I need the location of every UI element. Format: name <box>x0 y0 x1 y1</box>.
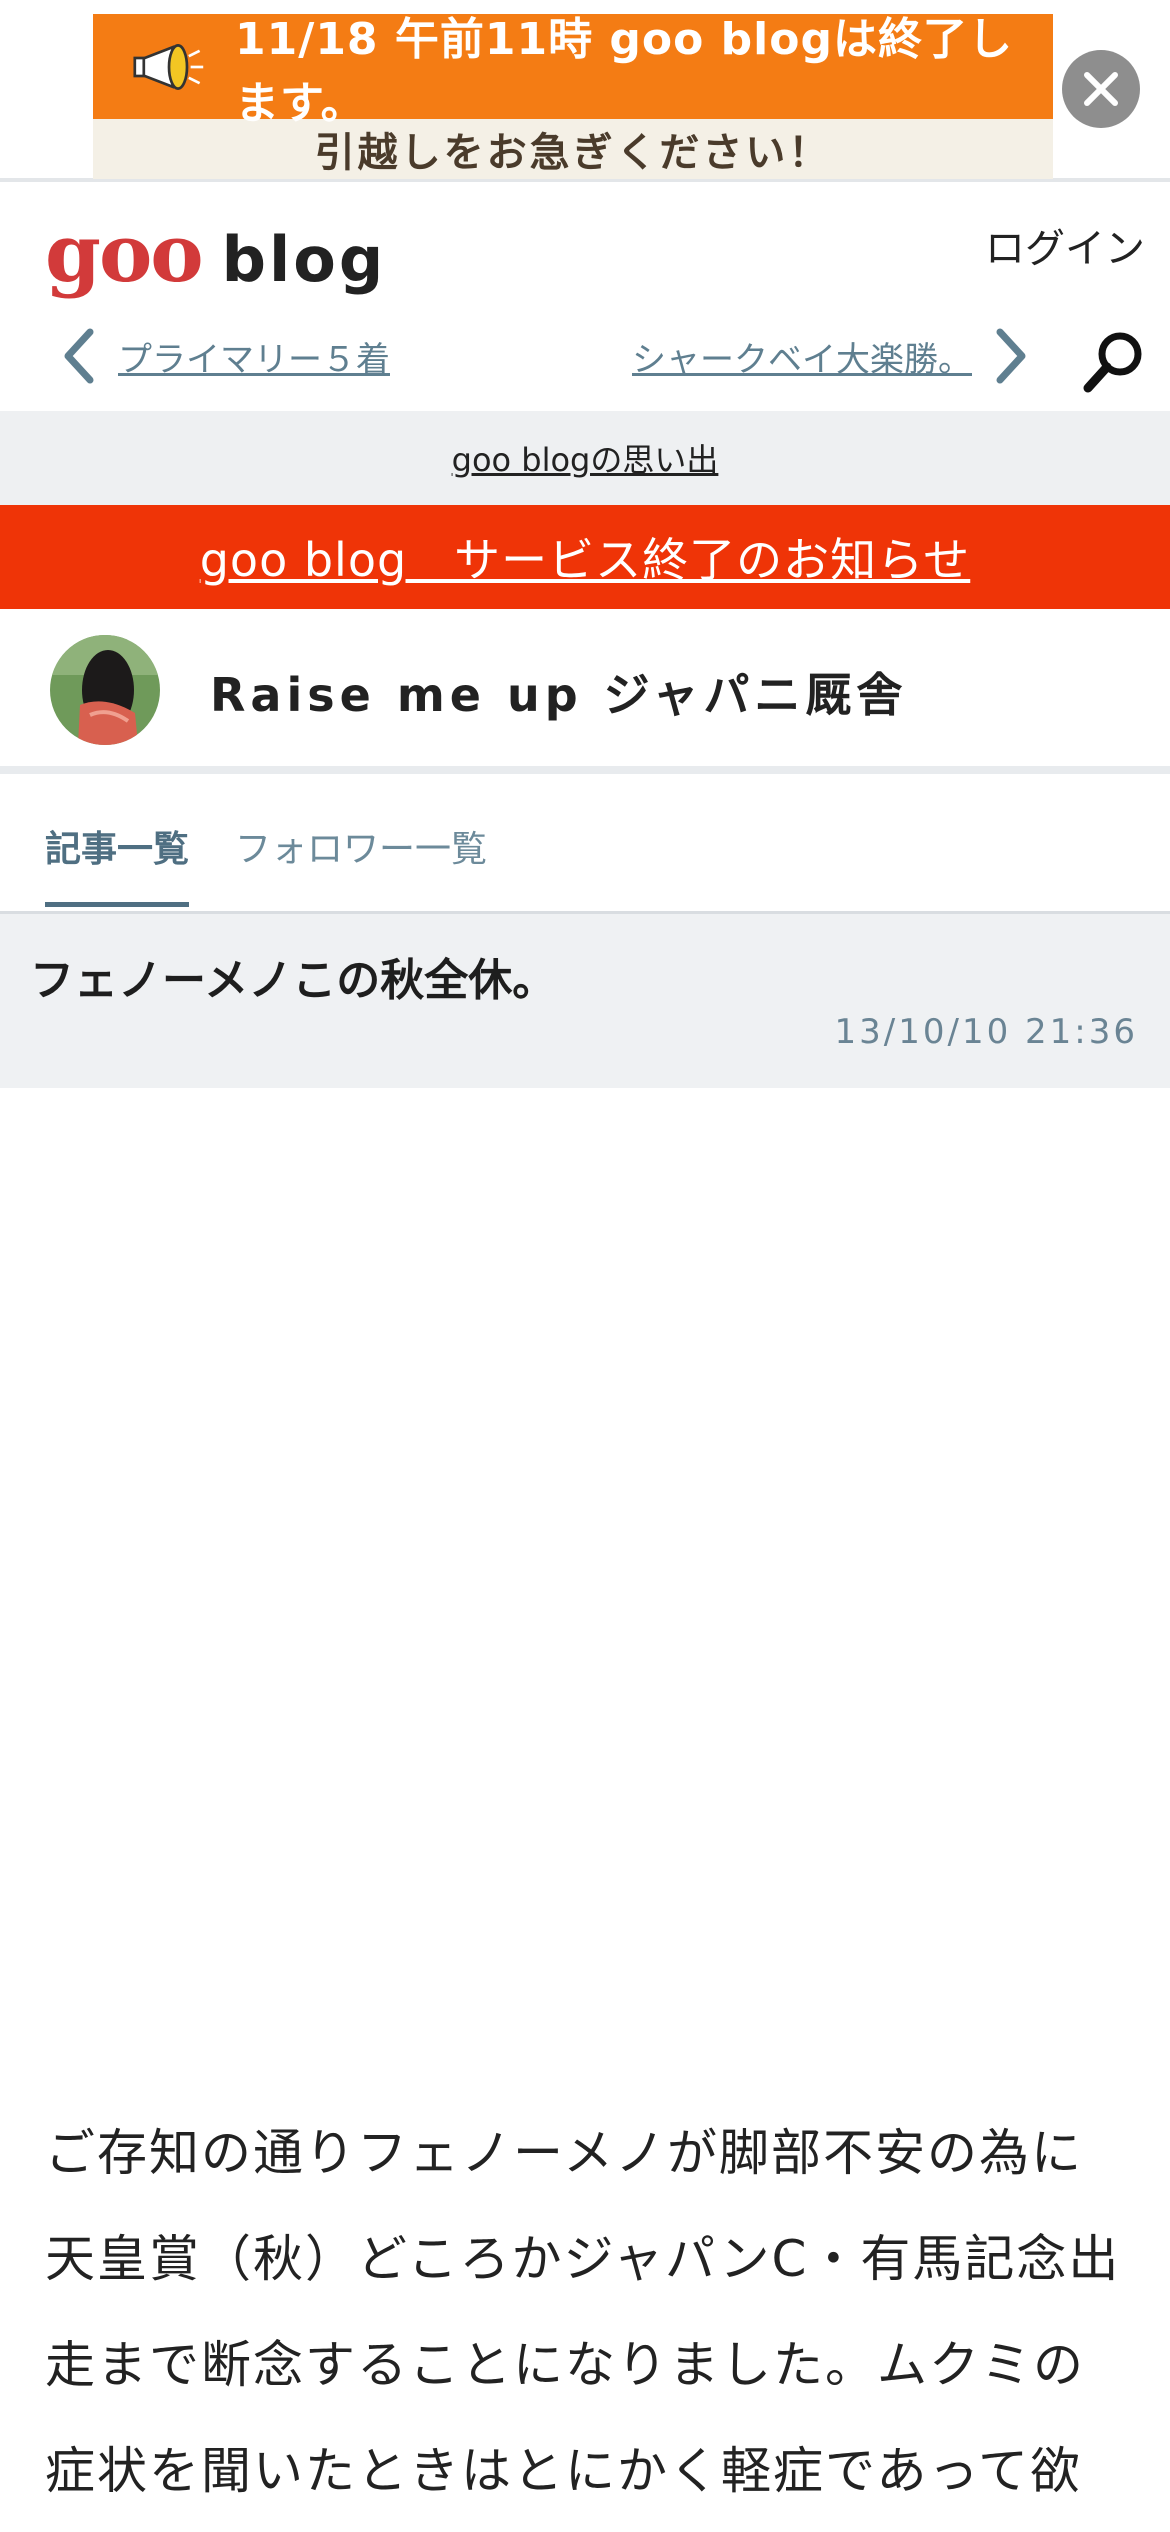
memories-bar: goo blogの思い出 <box>0 411 1170 505</box>
service-end-notice-link[interactable]: goo blog サービス終了のお知らせ <box>200 524 971 590</box>
search-icon[interactable] <box>1078 326 1148 396</box>
article-header: フェノーメノこの秋全休。 13/10/10 21:36 <box>0 914 1170 1088</box>
avatar[interactable] <box>50 635 160 745</box>
blog-title[interactable]: Raise me up ジャパニ厩舎 <box>210 659 907 725</box>
chevron-right-icon <box>996 328 1026 384</box>
article-body-line: 天皇賞（秋）どころかジャパンC・有馬記念出 <box>45 2230 1121 2288</box>
prev-article-label: プライマリー５着 <box>118 339 390 380</box>
close-icon <box>1084 72 1118 106</box>
article-body-line: ご存知の通りフェノーメノが脚部不安の為に <box>45 2124 1083 2182</box>
banner-top-strip: 11/18 午前11時 goo blogは終了します。 <box>93 14 1053 129</box>
article-body-line: 症状を聞いたときはとにかく軽症であって欲 <box>45 2442 1082 2500</box>
article-body: ご存知の通りフェノーメノが脚部不安の為に 天皇賞（秋）どころかジャパンC・有馬記… <box>45 2100 1135 2524</box>
tab-article-list[interactable]: 記事一覧 <box>45 820 190 907</box>
goo-blog-logo[interactable]: goo blog <box>45 206 387 300</box>
tab-follower-list[interactable]: フォロワー一覧 <box>235 820 487 872</box>
banner-subline: 引越しをお急ぎください！ <box>314 130 832 176</box>
article-body-line: 走まで断念することになりました。ムクミの <box>45 2336 1085 2394</box>
logo-blog-text: blog <box>221 223 387 296</box>
site-header: goo blog ログイン プライマリー５着 シャークベイ大楽勝。 <box>0 186 1170 411</box>
next-article-link[interactable]: シャークベイ大楽勝。 <box>632 326 1030 386</box>
blog-header: Raise me up ジャパニ厩舎 <box>0 609 1170 774</box>
memories-link[interactable]: goo blogの思い出 <box>452 435 719 481</box>
chevron-left-icon <box>64 328 94 384</box>
prev-article-link[interactable]: プライマリー５着 <box>60 326 390 386</box>
announcement-banner-image[interactable]: 11/18 午前11時 goo blogは終了します。 引越しをお急ぎください！ <box>93 14 1053 179</box>
megaphone-icon <box>133 43 204 90</box>
service-end-notice: goo blog サービス終了のお知らせ <box>0 505 1170 609</box>
login-link[interactable]: ログイン <box>985 216 1145 274</box>
announcement-banner: 11/18 午前11時 goo blogは終了します。 引越しをお急ぎください！ <box>0 0 1170 182</box>
next-article-label: シャークベイ大楽勝。 <box>632 339 972 380</box>
logo-goo-text: goo <box>45 206 204 300</box>
blog-tabs: 記事一覧 フォロワー一覧 <box>0 790 1170 914</box>
article-date: 13/10/10 21:36 <box>834 1012 1138 1052</box>
banner-close-button[interactable] <box>1062 50 1140 128</box>
banner-headline: 11/18 午前11時 goo blogは終了します。 <box>235 13 1013 129</box>
article-title: フェノーメノこの秋全休。 <box>30 955 557 1006</box>
